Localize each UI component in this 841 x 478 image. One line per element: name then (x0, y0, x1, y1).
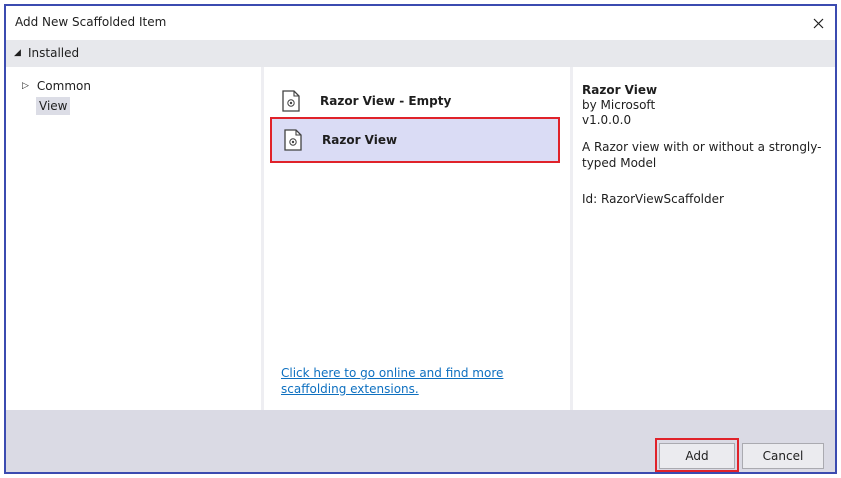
template-item-razor-view-empty[interactable]: Razor View - Empty (270, 80, 560, 122)
detail-version: v1.0.0.0 (582, 113, 632, 127)
title-bar: Add New Scaffolded Item (6, 6, 835, 40)
dialog-title: Add New Scaffolded Item (15, 15, 167, 29)
tree-item-label: Common (36, 79, 91, 93)
close-icon (813, 18, 823, 28)
installed-label: Installed (28, 46, 80, 60)
online-extensions-link[interactable]: Click here to go online and find more sc… (281, 365, 571, 397)
detail-title: Razor View (582, 83, 658, 97)
collapsed-arrow-icon: ▷ (22, 81, 29, 91)
detail-description: A Razor view with or without a strongly-… (582, 140, 822, 170)
add-scaffold-dialog: Add New Scaffolded Item ◢ Installed ▷ Co… (4, 4, 837, 474)
detail-author: by Microsoft (582, 98, 656, 112)
cancel-button[interactable]: Cancel (742, 443, 824, 469)
tree-item-label: View (39, 99, 68, 113)
add-button-highlight: Add (655, 438, 739, 472)
add-button[interactable]: Add (659, 443, 735, 469)
razor-file-icon (282, 90, 300, 112)
razor-file-icon (284, 129, 302, 151)
template-item-razor-view[interactable]: Razor View (270, 117, 560, 163)
dialog-footer: Add Cancel (6, 410, 835, 472)
detail-id: Id: RazorViewScaffolder (582, 192, 724, 206)
close-button[interactable] (803, 8, 833, 38)
template-name: Razor View - Empty (320, 94, 452, 108)
expanded-arrow-icon: ◢ (14, 48, 21, 58)
tree-item-view[interactable]: View (36, 97, 71, 115)
category-tree: ▷ Common View (6, 67, 261, 410)
template-name: Razor View (322, 133, 398, 147)
installed-header[interactable]: ◢ Installed (6, 40, 835, 67)
tree-item-common[interactable]: ▷ Common (22, 79, 91, 93)
template-details: Razor View by Microsoft v1.0.0.0 A Razor… (573, 67, 835, 410)
template-list: Razor View - Empty Razor View Click here… (264, 67, 570, 410)
